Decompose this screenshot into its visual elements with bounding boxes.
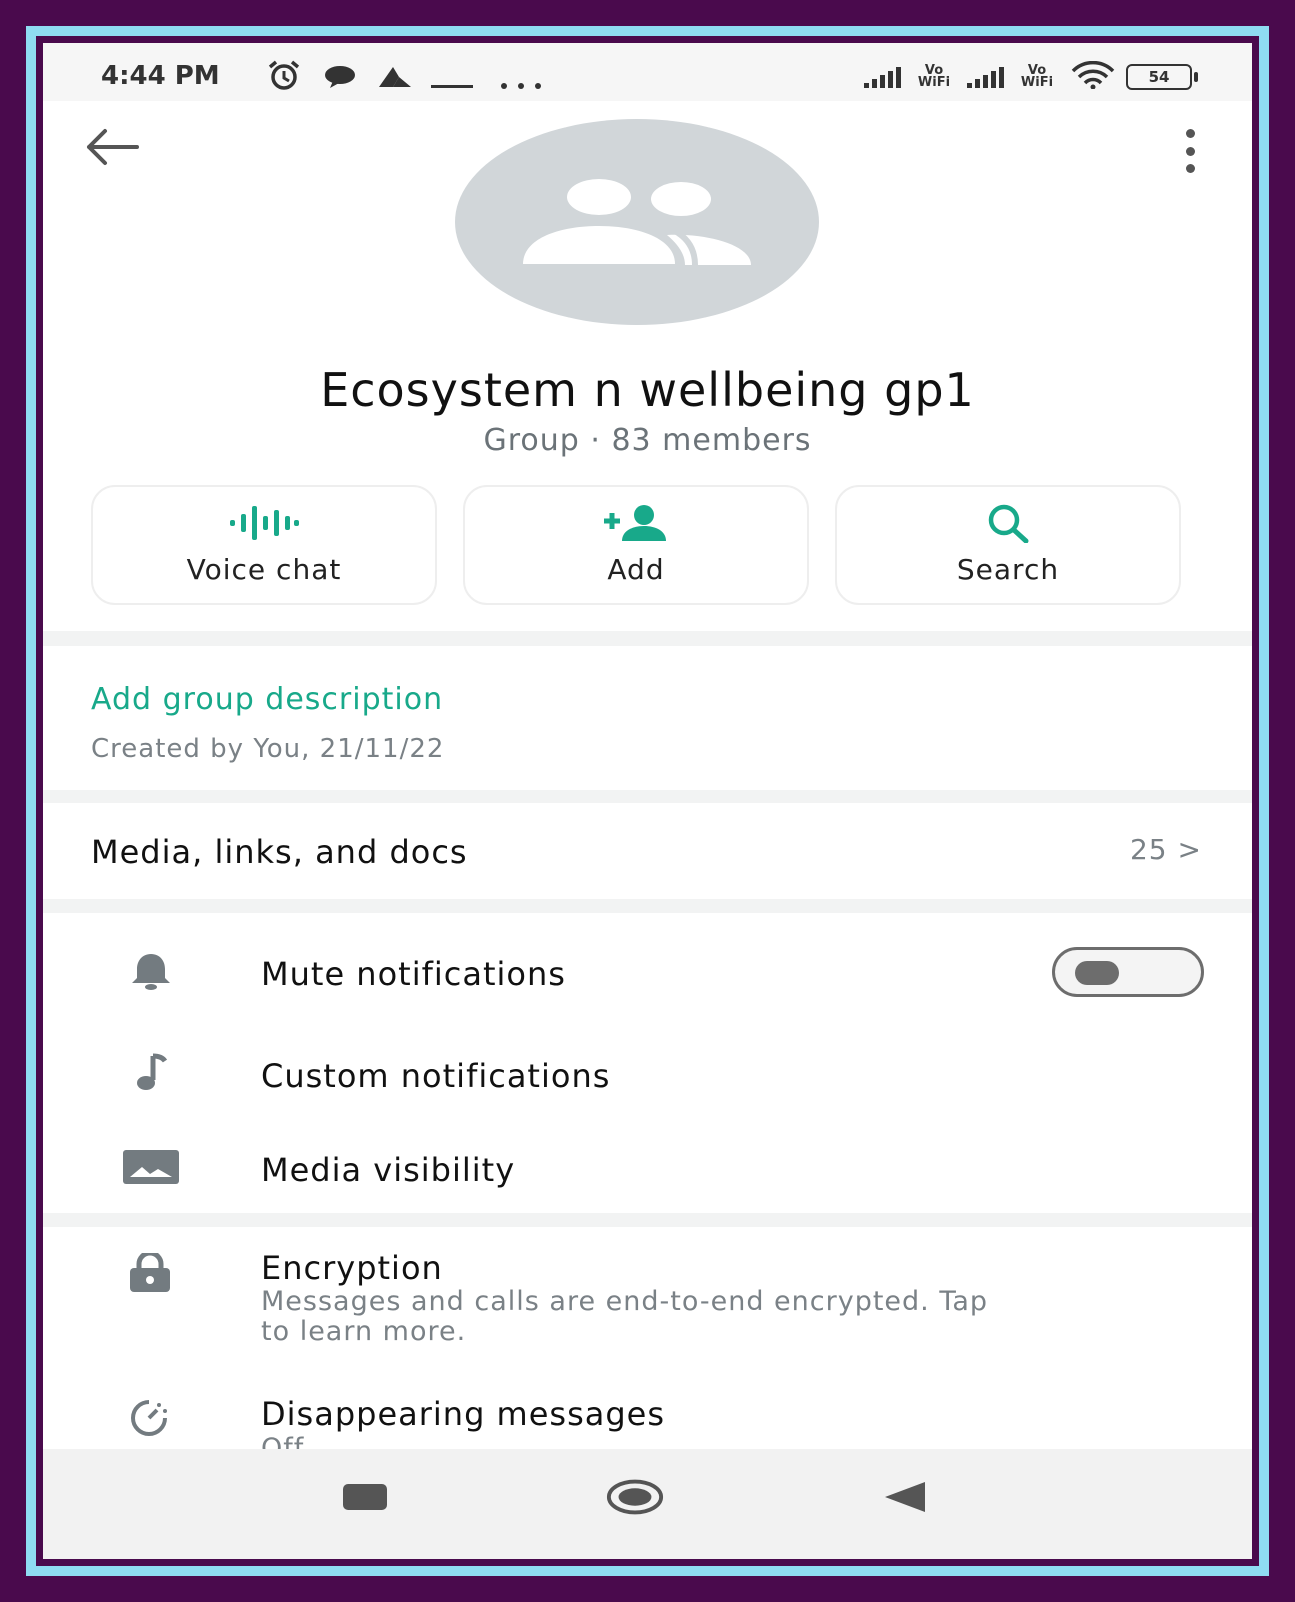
custom-notifications-label: Custom notifications [261, 1057, 611, 1095]
image-icon [121, 1145, 181, 1189]
media-count: 25 > [1130, 833, 1202, 866]
vowifi-label-2: Vo WiFi [1020, 63, 1054, 90]
status-bar: 4:44 PM Vo WiFi Vo WiFi 54 [43, 43, 1252, 101]
home-circle-icon[interactable] [605, 1477, 665, 1517]
chat-bubble-icon [323, 65, 357, 93]
group-subtitle: Group · 83 members [43, 423, 1252, 458]
mute-notifications-label: Mute notifications [261, 955, 566, 993]
voice-chat-button[interactable]: Voice chat [91, 485, 437, 605]
search-label: Search [956, 553, 1060, 586]
media-count-value: 25 [1129, 833, 1168, 866]
status-indicators: Vo WiFi Vo WiFi 54 [864, 60, 1198, 93]
created-by-text: Created by You, 21/11/22 [91, 734, 445, 764]
vowifi-label-1: Vo WiFi [917, 63, 951, 90]
signal-icon [967, 66, 1004, 88]
alarm-icon [265, 59, 303, 95]
disappearing-messages-label[interactable]: Disappearing messages [261, 1395, 665, 1433]
music-note-icon [121, 1051, 181, 1095]
overflow-menu-icon[interactable] [1180, 129, 1200, 173]
mute-notifications-toggle[interactable] [1052, 947, 1204, 997]
phone-screen: 4:44 PM Vo WiFi Vo WiFi 54 Ecosystem n w… [43, 43, 1252, 1559]
disappearing-timer-icon [119, 1397, 179, 1441]
add-member-button[interactable]: Add [463, 485, 809, 605]
mute-notifications-row[interactable]: Mute notifications [43, 921, 1252, 1017]
add-label: Add [607, 553, 665, 586]
security-section: Encryption Messages and calls are end-to… [43, 1227, 1252, 1449]
battery-icon: 54 [1126, 64, 1198, 90]
media-links-docs-label: Media, links, and docs [91, 833, 468, 871]
group-header: Ecosystem n wellbeing gp1 Group · 83 mem… [43, 101, 1252, 631]
more-dots-icon [499, 75, 543, 94]
action-buttons: Voice chat Add Search [91, 485, 1183, 605]
voice-wave-icon [93, 503, 435, 547]
signal-icon [864, 66, 901, 88]
notification-settings: Mute notifications Custom notifications … [43, 913, 1252, 1213]
separator-dot: · [590, 423, 601, 458]
system-nav-bar [43, 1449, 1252, 1559]
add-person-icon [465, 503, 807, 547]
group-avatar-icon[interactable] [455, 119, 819, 325]
status-time: 4:44 PM [101, 61, 220, 91]
voice-chat-label: Voice chat [186, 553, 342, 586]
search-icon [837, 503, 1179, 547]
bell-icon [121, 949, 181, 993]
wifi-icon [1070, 60, 1116, 93]
lock-icon [125, 1250, 175, 1297]
search-button[interactable]: Search [835, 485, 1181, 605]
media-visibility-row[interactable]: Media visibility [43, 1117, 1252, 1213]
disappearing-messages-status: Off [261, 1433, 305, 1449]
group-name: Ecosystem n wellbeing gp1 [320, 363, 975, 417]
nav-arrow-icon [377, 65, 413, 93]
back-triangle-icon[interactable] [875, 1477, 935, 1517]
media-visibility-label: Media visibility [261, 1151, 516, 1189]
add-group-description-link[interactable]: Add group description [91, 682, 443, 717]
group-type: Group [483, 423, 580, 458]
encryption-description[interactable]: Messages and calls are end-to-end encryp… [261, 1287, 1021, 1347]
dash-icon [431, 75, 473, 94]
chevron-right-icon: > [1177, 833, 1202, 866]
media-links-docs-row[interactable]: Media, links, and docs 25 > [43, 803, 1252, 899]
recents-square-icon[interactable] [335, 1477, 395, 1517]
member-count: 83 members [611, 423, 812, 458]
back-arrow-icon[interactable] [85, 127, 145, 171]
encryption-label[interactable]: Encryption [261, 1249, 443, 1287]
group-description-section: Add group description Created by You, 21… [43, 646, 1252, 790]
custom-notifications-row[interactable]: Custom notifications [43, 1023, 1252, 1119]
